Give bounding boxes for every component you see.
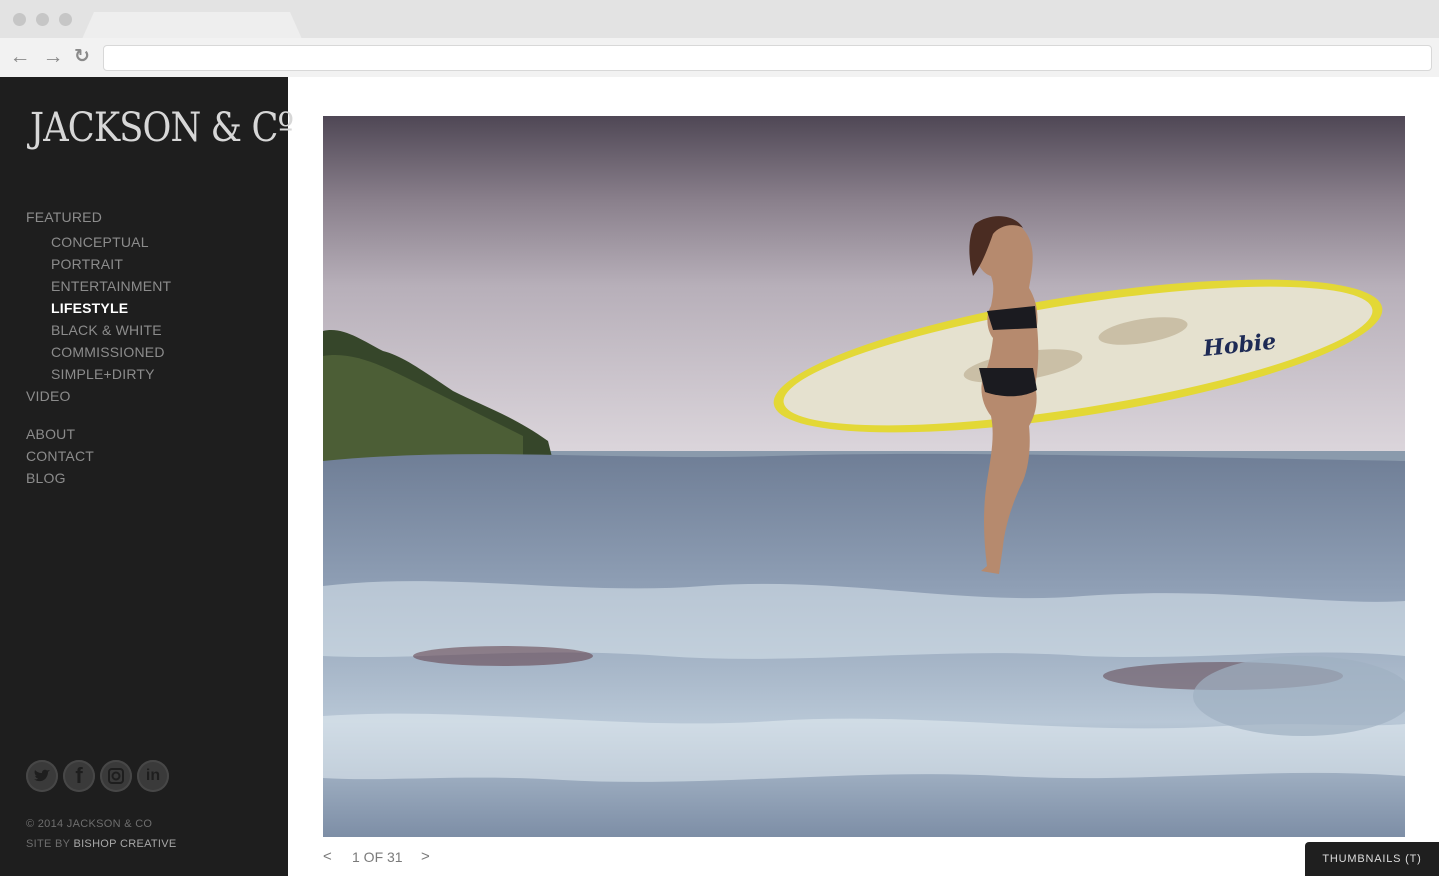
instagram-icon[interactable] xyxy=(100,760,132,792)
thumbnails-button[interactable]: THUMBNAILS (T) xyxy=(1305,842,1439,876)
browser-chrome: ← → ↻ xyxy=(0,0,1439,77)
gallery-photo[interactable]: Hobie xyxy=(323,116,1405,837)
address-bar[interactable] xyxy=(103,45,1432,71)
menu-item-commissioned[interactable]: COMMISSIONED xyxy=(51,344,165,360)
twitter-icon[interactable] xyxy=(26,760,58,792)
credit-studio-link[interactable]: BISHOP CREATIVE xyxy=(73,838,176,850)
site-logo[interactable]: JACKSON & Cº xyxy=(30,105,294,151)
menu-item-conceptual[interactable]: CONCEPTUAL xyxy=(51,234,149,250)
menu-item-featured[interactable]: FEATURED xyxy=(26,209,102,225)
window-close-dot[interactable] xyxy=(13,13,26,26)
site-credit: SITE BY BISHOP CREATIVE xyxy=(26,838,177,850)
window-minimize-dot[interactable] xyxy=(36,13,49,26)
copyright-text: © 2014 JACKSON & CO xyxy=(26,818,153,830)
linkedin-icon[interactable]: in xyxy=(137,760,169,792)
menu-item-contact[interactable]: CONTACT xyxy=(26,448,94,464)
menu-item-about[interactable]: ABOUT xyxy=(26,426,75,442)
menu-item-simple-dirty[interactable]: SIMPLE+DIRTY xyxy=(51,366,155,382)
menu-item-portrait[interactable]: PORTRAIT xyxy=(51,256,123,272)
window-maximize-dot[interactable] xyxy=(59,13,72,26)
prev-photo-button[interactable]: < xyxy=(323,848,332,865)
photo-illustration: Hobie xyxy=(323,116,1405,837)
facebook-icon[interactable]: f xyxy=(63,760,95,792)
sidebar: JACKSON & Cº FEATURED CONCEPTUAL PORTRAI… xyxy=(0,77,294,876)
back-icon[interactable]: ← xyxy=(9,46,31,68)
browser-tab[interactable] xyxy=(82,12,302,39)
menu-item-entertainment[interactable]: ENTERTAINMENT xyxy=(51,278,171,294)
credit-prefix: SITE BY xyxy=(26,838,74,850)
menu-item-lifestyle[interactable]: LIFESTYLE xyxy=(51,300,128,316)
photo-counter: 1 OF 31 xyxy=(352,849,403,865)
menu-item-black-white[interactable]: BLACK & WHITE xyxy=(51,322,162,338)
menu-item-video[interactable]: VIDEO xyxy=(26,388,71,404)
reload-icon[interactable]: ↻ xyxy=(71,46,93,68)
menu-item-blog[interactable]: BLOG xyxy=(26,470,66,486)
next-photo-button[interactable]: > xyxy=(421,848,430,865)
forward-icon[interactable]: → xyxy=(42,46,64,68)
